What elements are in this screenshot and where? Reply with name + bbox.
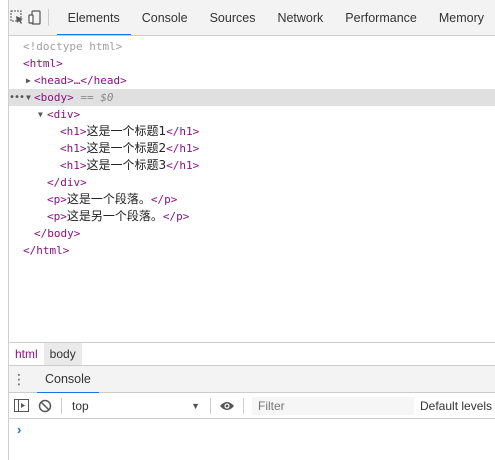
devtools-window: Elements Console Sources Network Perform… [0,0,495,460]
h1-text: 这是一个标题2 [86,141,167,155]
div-open-tag: <div> [47,108,81,121]
dom-node-head[interactable]: ▶ <head>…</head> [9,72,495,89]
drawer-header: ⋮ Console [9,365,495,394]
more-dots-icon[interactable]: ••• [9,89,25,106]
toolbar-separator [210,397,211,414]
dom-node-h1[interactable]: <h1>这是一个标题1</h1> [9,123,495,140]
h1-close-tag: </h1> [166,159,200,172]
p-text: 这是一个段落。 [66,192,151,206]
breadcrumb-html[interactable]: html [9,343,44,366]
body-open-tag: <body> [34,91,74,104]
h1-open-tag: <h1> [60,142,87,155]
tab-console[interactable]: Console [131,0,199,35]
dom-node-p[interactable]: <p>这是另一个段落。</p> [9,208,495,225]
collapse-triangle-icon[interactable]: ▼ [26,89,31,106]
tab-memory[interactable]: Memory [428,0,495,35]
sidebar-toggle-icon[interactable] [9,399,33,412]
h1-open-tag: <h1> [60,159,87,172]
dom-node-h1[interactable]: <h1>这是一个标题2</h1> [9,140,495,157]
dom-node-p[interactable]: <p>这是一个段落。</p> [9,191,495,208]
dom-node-div[interactable]: ▼ <div> [9,106,495,123]
toolbar-separator [47,9,49,26]
h1-close-tag: </h1> [166,142,200,155]
div-close-tag: </div> [47,176,87,189]
prompt-caret-icon: › [17,422,22,437]
dropdown-arrow-icon: ▼ [191,400,200,411]
p-close-tag: </p> [150,193,178,206]
tab-performance[interactable]: Performance [334,0,428,35]
tab-elements[interactable]: Elements [56,0,131,35]
dom-node-h1[interactable]: <h1>这是一个标题3</h1> [9,157,495,174]
head-collapsed-tag: <head>…</head> [34,74,127,87]
h1-close-tag: </h1> [166,125,200,138]
body-close-tag: </body> [34,227,81,240]
p-open-tag: <p> [47,210,67,223]
log-levels-select[interactable]: Default levels [420,399,492,413]
clear-console-icon[interactable] [33,399,57,413]
html-open-tag: <html> [23,57,63,70]
breadcrumb-body[interactable]: body [43,342,82,366]
dom-node-body-close[interactable]: </body> [9,225,495,242]
breadcrumb: html body [9,342,495,366]
drawer-tab-console[interactable]: Console [37,366,99,394]
dom-node-body[interactable]: ••• ▼ <body> == $0 [9,89,495,106]
filter-input[interactable] [252,396,414,415]
collapse-triangle-icon[interactable]: ▼ [38,106,43,123]
tab-network[interactable]: Network [266,0,334,35]
toolbar-separator [243,397,244,414]
h1-open-tag: <h1> [60,125,87,138]
console-toolbar: top ▼ Default levels [9,393,495,419]
context-select[interactable]: top ▼ [66,399,206,413]
tab-sources[interactable]: Sources [199,0,267,35]
eye-icon[interactable] [215,400,239,412]
expand-triangle-icon[interactable]: ▶ [26,72,31,89]
devtools-toolbar: Elements Console Sources Network Perform… [9,0,495,36]
h1-text: 这是一个标题1 [86,124,167,138]
dom-node-html[interactable]: <html> [9,55,495,72]
context-select-value: top [72,398,89,413]
toolbar-separator [61,397,62,414]
console-input-area[interactable]: › [9,419,495,460]
more-menu-icon[interactable]: ⋮ [9,371,29,388]
p-open-tag: <p> [47,193,67,206]
doctype-text: <!doctype html> [23,40,123,53]
dom-node-doctype[interactable]: <!doctype html> [9,38,495,55]
selected-node-marker: == $0 [80,91,114,104]
dom-node-div-close[interactable]: </div> [9,174,495,191]
dom-node-html-close[interactable]: </html> [9,242,495,259]
html-close-tag: </html> [23,244,70,257]
h1-text: 这是一个标题3 [86,158,167,172]
dom-tree: <!doctype html> <html> ▶ <head>…</head> … [9,36,495,342]
inspect-element-icon[interactable] [9,0,26,35]
p-text: 这是另一个段落。 [66,209,163,223]
p-close-tag: </p> [162,210,190,223]
device-toggle-icon[interactable] [26,0,43,35]
